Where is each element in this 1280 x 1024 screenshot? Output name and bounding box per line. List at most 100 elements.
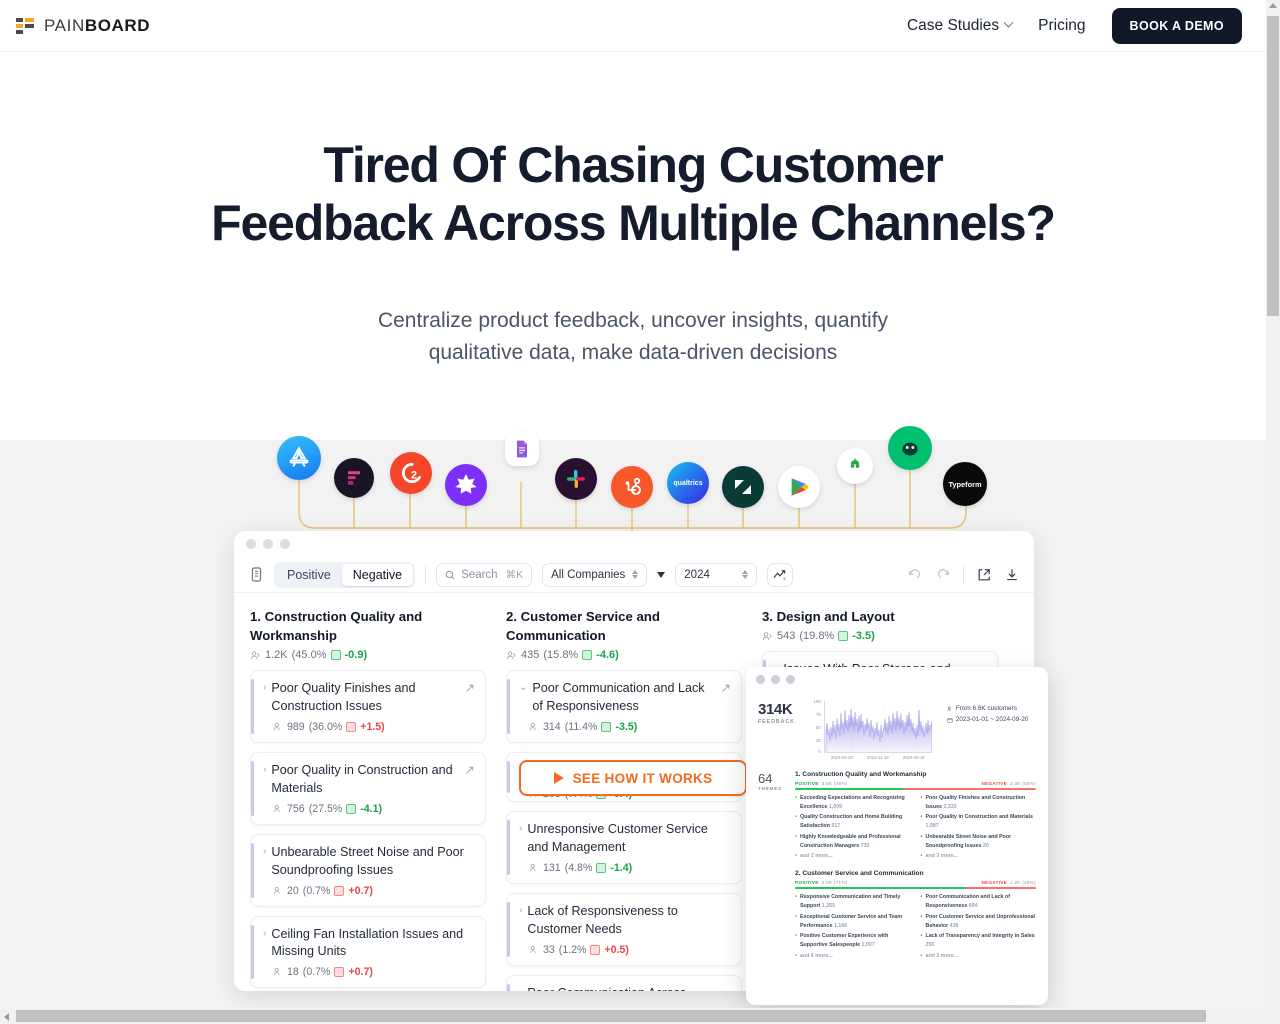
calendar-icon — [590, 944, 601, 955]
search-shortcut: ⌘K — [505, 568, 524, 581]
segment-positive[interactable]: Positive — [276, 564, 342, 586]
integration-google-play-icon[interactable] — [778, 466, 820, 508]
integration-google-docs-icon[interactable] — [505, 432, 539, 466]
column-delta: -3.5) — [852, 630, 875, 643]
scroll-up-arrow-icon[interactable] — [1269, 3, 1277, 8]
list-item[interactable]: Lack of Transparency and Integrity in Sa… — [921, 932, 1037, 951]
integration-qualtrics-icon[interactable]: qualtrics — [667, 462, 709, 504]
filter-dropdown-caret-icon[interactable] — [657, 571, 666, 578]
undo-icon[interactable] — [907, 567, 923, 583]
integration-zendesk-icon[interactable] — [722, 466, 764, 508]
list-item[interactable]: Poor Communication and Lack of Responsiv… — [921, 893, 1037, 912]
detail-dot-maximize[interactable] — [786, 674, 795, 684]
list-item-more[interactable]: and 2 more... — [921, 952, 1037, 962]
open-external-icon[interactable] — [976, 567, 992, 583]
chevron-right-icon[interactable]: › — [263, 680, 266, 716]
theme-card-pct: (36.0% — [308, 721, 343, 734]
calendar-icon — [330, 650, 341, 661]
chevron-right-icon[interactable]: › — [263, 762, 266, 798]
company-filter-select[interactable]: All Companies — [542, 562, 648, 587]
search-input[interactable]: Search ⌘K — [436, 562, 533, 587]
column-delta: -0.9) — [344, 649, 368, 662]
theme-card[interactable]: › Ceiling Fan Installation Issues and Mi… — [250, 915, 486, 989]
toolbar-right-actions — [907, 565, 1020, 584]
detail-dot-minimize[interactable] — [771, 674, 780, 684]
nav-link-case-studies[interactable]: Case Studies — [907, 17, 1014, 35]
calendar-icon — [947, 718, 953, 723]
list-item[interactable]: Positive Customer Experience with Suppor… — [795, 932, 911, 951]
chevron-right-icon[interactable]: › — [519, 903, 522, 939]
list-item[interactable]: Unbearable Street Noise and Poor Soundpr… — [921, 833, 1037, 852]
chevron-right-icon[interactable]: › — [519, 821, 522, 857]
scroll-left-arrow-icon[interactable] — [4, 1013, 9, 1021]
list-item[interactable]: Poor Customer Service and Unprofessional… — [921, 913, 1037, 932]
list-item[interactable]: Quality Construction and Home Building S… — [795, 813, 911, 832]
see-how-it-works-button[interactable]: SEE HOW IT WORKS — [519, 760, 747, 796]
sentiment-segmented-control: Positive Negative — [274, 561, 416, 588]
theme-card[interactable]: ⌄ Poor Communication and Lack of Respons… — [506, 670, 742, 744]
list-item[interactable]: Highly Knowledgeable and Professional Co… — [795, 833, 911, 852]
year-filter-select[interactable]: 2024 — [675, 562, 758, 587]
integration-surveymonkey-icon[interactable] — [888, 426, 932, 470]
item-count: 1,009 — [828, 803, 843, 810]
nav-link-pricing[interactable]: Pricing — [1038, 17, 1085, 35]
theme-card[interactable]: › Poor Quality in Construction and Mater… — [250, 752, 486, 825]
integration-g2-icon[interactable]: 2 — [390, 452, 432, 494]
date-range-row: 2023-01-01 ~ 2024-09-20 — [947, 715, 1029, 726]
theme-card[interactable]: › Unbearable Street Noise and Poor Sound… — [250, 833, 486, 907]
item-text: Poor Quality in Construction and Materia… — [925, 814, 1033, 821]
window-dot-minimize[interactable] — [263, 539, 273, 549]
window-dot-close[interactable] — [246, 539, 256, 549]
integration-capterra-icon[interactable] — [445, 464, 487, 506]
vertical-scrollbar[interactable] — [1266, 0, 1280, 1008]
theme-card-title-row: › Poor Quality Finishes and Construction… — [263, 680, 475, 716]
list-item-more[interactable]: and 6 more... — [795, 952, 911, 962]
theme-card[interactable]: › Unresponsive Customer Service and Mana… — [506, 811, 742, 884]
list-item[interactable]: Exceptional Customer Service and Team Pe… — [795, 913, 911, 932]
chevron-right-icon[interactable]: › — [263, 926, 266, 962]
download-icon[interactable] — [1004, 567, 1020, 583]
people-icon — [250, 651, 260, 659]
horizontal-scrollbar-thumb[interactable] — [16, 1010, 1206, 1022]
redo-icon[interactable] — [935, 567, 951, 583]
feedback-total-block: 314K FEEDBACK — [758, 701, 795, 763]
list-item[interactable]: Responsive Communication and Timely Supp… — [795, 893, 911, 912]
integration-slack-icon[interactable] — [555, 458, 597, 500]
chevron-right-icon[interactable]: › — [519, 985, 522, 991]
list-item[interactable]: Poor Quality Finishes and Construction I… — [921, 794, 1037, 813]
integration-gitlab-icon[interactable] — [837, 448, 873, 484]
theme-card[interactable]: › Poor Quality Finishes and Construction… — [250, 670, 486, 744]
theme-card-meta: 314 (11.4% -3.5) — [519, 721, 731, 733]
book-a-demo-button[interactable]: BOOK A DEMO — [1111, 7, 1242, 44]
item-text: Poor Communication and Lack of Responsiv… — [925, 894, 1010, 910]
people-icon — [947, 707, 951, 712]
item-count: 1,007 — [861, 942, 875, 949]
theme-section: 2. Customer Service and Communication PO… — [746, 864, 1048, 963]
vertical-scrollbar-thumb[interactable] — [1267, 16, 1279, 316]
integration-trustpilot-icon[interactable] — [334, 458, 374, 498]
chevron-down-icon[interactable]: ⌄ — [519, 680, 527, 716]
theme-card[interactable]: › Poor Communication Across — [506, 974, 742, 991]
list-item[interactable]: Exceeding Expectations and Recognizing E… — [795, 794, 911, 813]
trend-up-icon[interactable]: s — [767, 562, 794, 587]
detail-dot-close[interactable] — [756, 674, 765, 684]
integration-app-store-icon[interactable] — [277, 436, 321, 480]
integration-typeform-icon[interactable]: Typeform — [943, 462, 987, 506]
people-icon — [529, 723, 536, 731]
logo[interactable]: PAINBOARD — [16, 16, 150, 36]
date-range-text: 2023-01-01 ~ 2024-09-20 — [955, 715, 1029, 723]
chevron-right-icon[interactable]: › — [263, 844, 266, 880]
list-item-more[interactable]: and 3 more... — [921, 852, 1037, 862]
theme-card[interactable]: › Lack of Responsiveness to Customer Nee… — [506, 892, 742, 966]
segment-negative[interactable]: Negative — [341, 563, 414, 586]
theme-card-count: 18 — [287, 966, 299, 979]
document-icon[interactable] — [248, 567, 264, 583]
trend-arrow-icon: ↗ — [720, 681, 731, 696]
list-item[interactable]: Poor Quality in Construction and Materia… — [921, 813, 1037, 832]
column-title: 3. Design and Layout — [762, 609, 895, 624]
integration-hubspot-icon[interactable] — [611, 466, 653, 508]
item-text: Lack of Transparency and Integrity in Sa… — [925, 933, 1035, 940]
list-item-more[interactable]: and 2 more... — [795, 852, 911, 862]
horizontal-scrollbar[interactable] — [0, 1008, 1266, 1024]
window-dot-maximize[interactable] — [280, 539, 290, 549]
